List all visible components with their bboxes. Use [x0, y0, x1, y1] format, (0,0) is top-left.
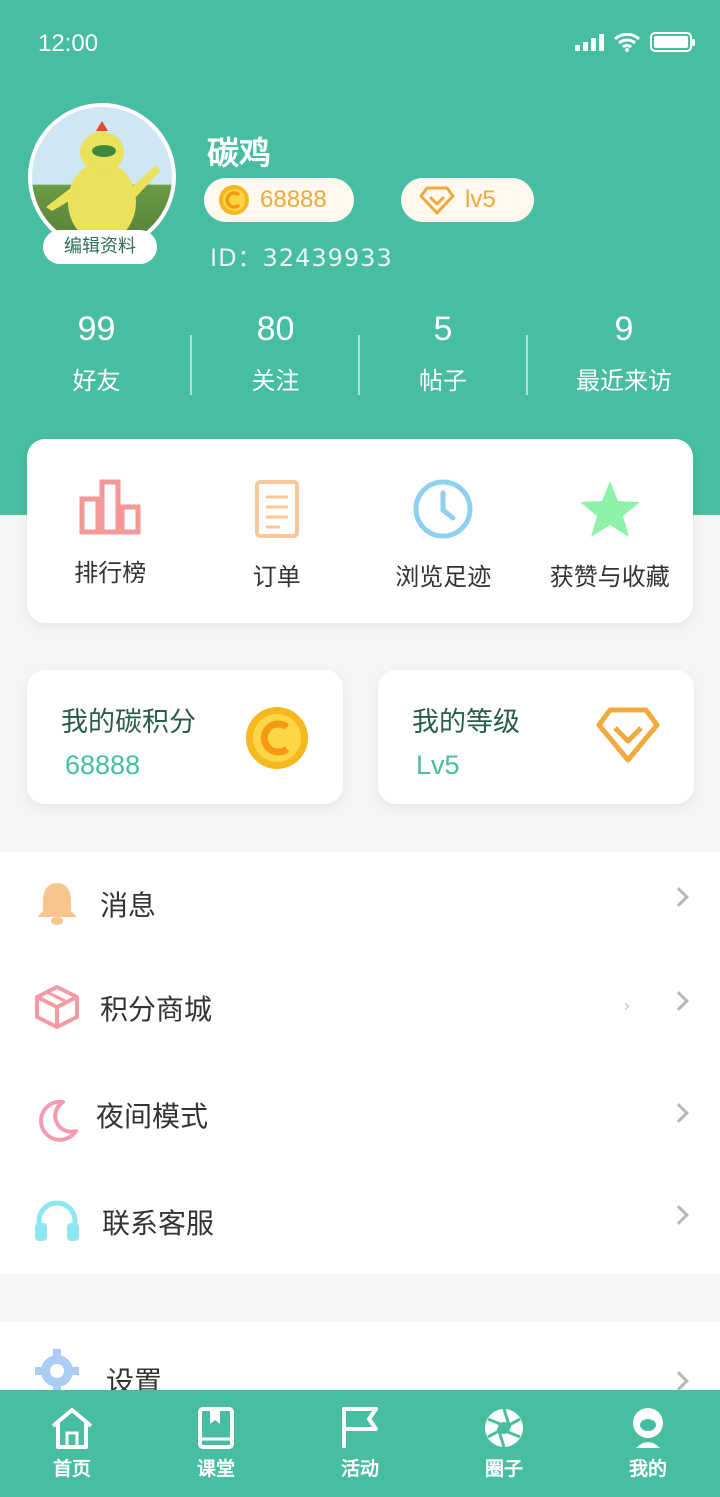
moon-icon: [39, 1099, 78, 1142]
stat-friends[interactable]: 99 好友: [0, 310, 193, 410]
edit-profile-button[interactable]: 编辑资料: [43, 230, 157, 264]
flag-icon: [342, 1407, 378, 1448]
coin-icon: [219, 185, 249, 215]
headphones-icon: [35, 1200, 79, 1241]
stat-posts[interactable]: 5 帖子: [358, 310, 528, 410]
tab-activities[interactable]: 活动: [288, 1390, 432, 1497]
status-time: 12:00: [38, 30, 99, 57]
settings-section: 设置: [0, 1322, 720, 1390]
chevron-right-icon: [621, 1002, 630, 1011]
menu-item-messages[interactable]: 消息: [0, 852, 720, 956]
menu-item-night-mode[interactable]: 夜间模式: [0, 1060, 720, 1170]
chevron-right-icon: [669, 991, 689, 1011]
status-bar: 12:00: [0, 0, 720, 92]
stats-row: 99 好友 80 关注 5 帖子 9 最近来访: [0, 310, 720, 410]
tab-home[interactable]: 首页: [0, 1390, 144, 1497]
diamond-icon: [596, 707, 660, 763]
points-card[interactable]: 我的碳积分 68888: [27, 670, 343, 804]
user-id: ID：32439933: [210, 244, 393, 272]
bell-icon: [37, 883, 77, 925]
coin-icon: [246, 707, 308, 769]
star-icon: [579, 481, 640, 537]
home-icon: [51, 1408, 93, 1449]
quick-actions-card: 排行榜 订单 浏览足迹 获赞与收藏: [27, 439, 693, 623]
coins-value: 68888: [260, 186, 327, 213]
bar-chart-icon: [79, 479, 141, 535]
divider: [358, 335, 360, 395]
coins-badge[interactable]: 68888: [204, 178, 354, 222]
likes-favorites-button[interactable]: 获赞与收藏: [527, 439, 694, 623]
battery-icon: [650, 32, 695, 52]
menu-list: 消息 积分商城 夜间模式 联系客服: [0, 852, 720, 1274]
avatar[interactable]: [28, 103, 176, 251]
aperture-icon: [485, 1408, 523, 1448]
chevron-right-icon: [669, 887, 689, 907]
orders-button[interactable]: 订单: [194, 439, 361, 623]
username: 碳鸡: [207, 134, 272, 172]
tab-mine[interactable]: 我的: [576, 1390, 720, 1497]
box-icon: [35, 985, 79, 1029]
chevron-right-icon: [669, 1103, 689, 1123]
signal-icon: [575, 33, 604, 51]
menu-item-customer-service[interactable]: 联系客服: [0, 1170, 720, 1274]
divider: [526, 335, 528, 395]
book-icon: [198, 1407, 234, 1449]
diamond-icon: [419, 186, 455, 215]
wifi-icon: [614, 32, 640, 52]
bottom-tab-bar: 首页 课堂 活动 圈子 我的: [0, 1390, 720, 1497]
menu-item-points-mall[interactable]: 积分商城: [0, 956, 720, 1060]
stat-recent-visitors[interactable]: 9 最近来访: [528, 310, 720, 410]
history-button[interactable]: 浏览足迹: [360, 439, 527, 623]
chevron-right-icon: [669, 1205, 689, 1225]
user-icon: [633, 1408, 663, 1448]
level-badge[interactable]: lv5: [401, 178, 534, 222]
avatar-image: [46, 121, 160, 242]
divider: [190, 335, 192, 395]
leaderboard-button[interactable]: 排行榜: [27, 439, 194, 623]
level-value: lv5: [465, 186, 496, 213]
document-icon: [254, 480, 299, 538]
stat-following[interactable]: 80 关注: [193, 310, 358, 410]
gear-icon: [35, 1349, 79, 1390]
chevron-right-icon: [669, 1371, 689, 1390]
clock-icon: [413, 479, 473, 539]
level-card[interactable]: 我的等级 Lv5: [378, 670, 694, 804]
tab-classroom[interactable]: 课堂: [144, 1390, 288, 1497]
menu-item-settings[interactable]: 设置: [0, 1322, 720, 1390]
tab-circle[interactable]: 圈子: [432, 1390, 576, 1497]
